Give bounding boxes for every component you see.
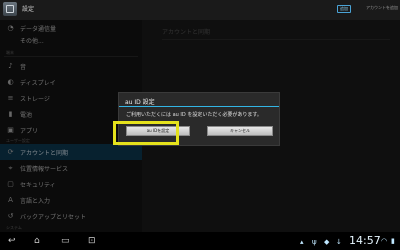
recent-apps-icon[interactable]: ▭ [61, 235, 70, 247]
screenshot-icon[interactable]: ⊡ [88, 235, 96, 247]
cancel-button[interactable]: キャンセル [207, 126, 273, 136]
system-nav-bar: ↩ ⌂ ▭ ⊡ ▴ ψ ◆ ↓ 14:57 ◠ ▮ [0, 232, 400, 250]
battery-status-icon: ▮ [391, 237, 395, 245]
settings-app-icon[interactable] [3, 2, 17, 16]
back-icon[interactable]: ↩ [8, 235, 16, 247]
usb-icon: ψ [312, 238, 317, 246]
wifi-icon: ◠ [381, 237, 388, 245]
highlight-box [113, 121, 179, 145]
home-icon[interactable]: ⌂ [34, 235, 40, 247]
action-bar-button[interactable]: 追加 [337, 5, 351, 13]
download-icon: ↓ [336, 238, 342, 246]
dialog-title-divider [119, 106, 279, 107]
notification-icon[interactable]: ▴ [300, 238, 304, 246]
dialog-message: ご利用いただくには au ID を設定いただく必要があります。 [126, 112, 262, 118]
android-icon: ◆ [324, 238, 330, 246]
status-clock: 14:57 [349, 234, 381, 247]
action-bar: 設定 追加 アカウントを追加 [0, 0, 400, 21]
app-title: 設定 [22, 6, 35, 13]
add-account-button[interactable]: アカウントを追加 [366, 5, 398, 11]
dialog-title: au ID 設定 [125, 99, 155, 106]
